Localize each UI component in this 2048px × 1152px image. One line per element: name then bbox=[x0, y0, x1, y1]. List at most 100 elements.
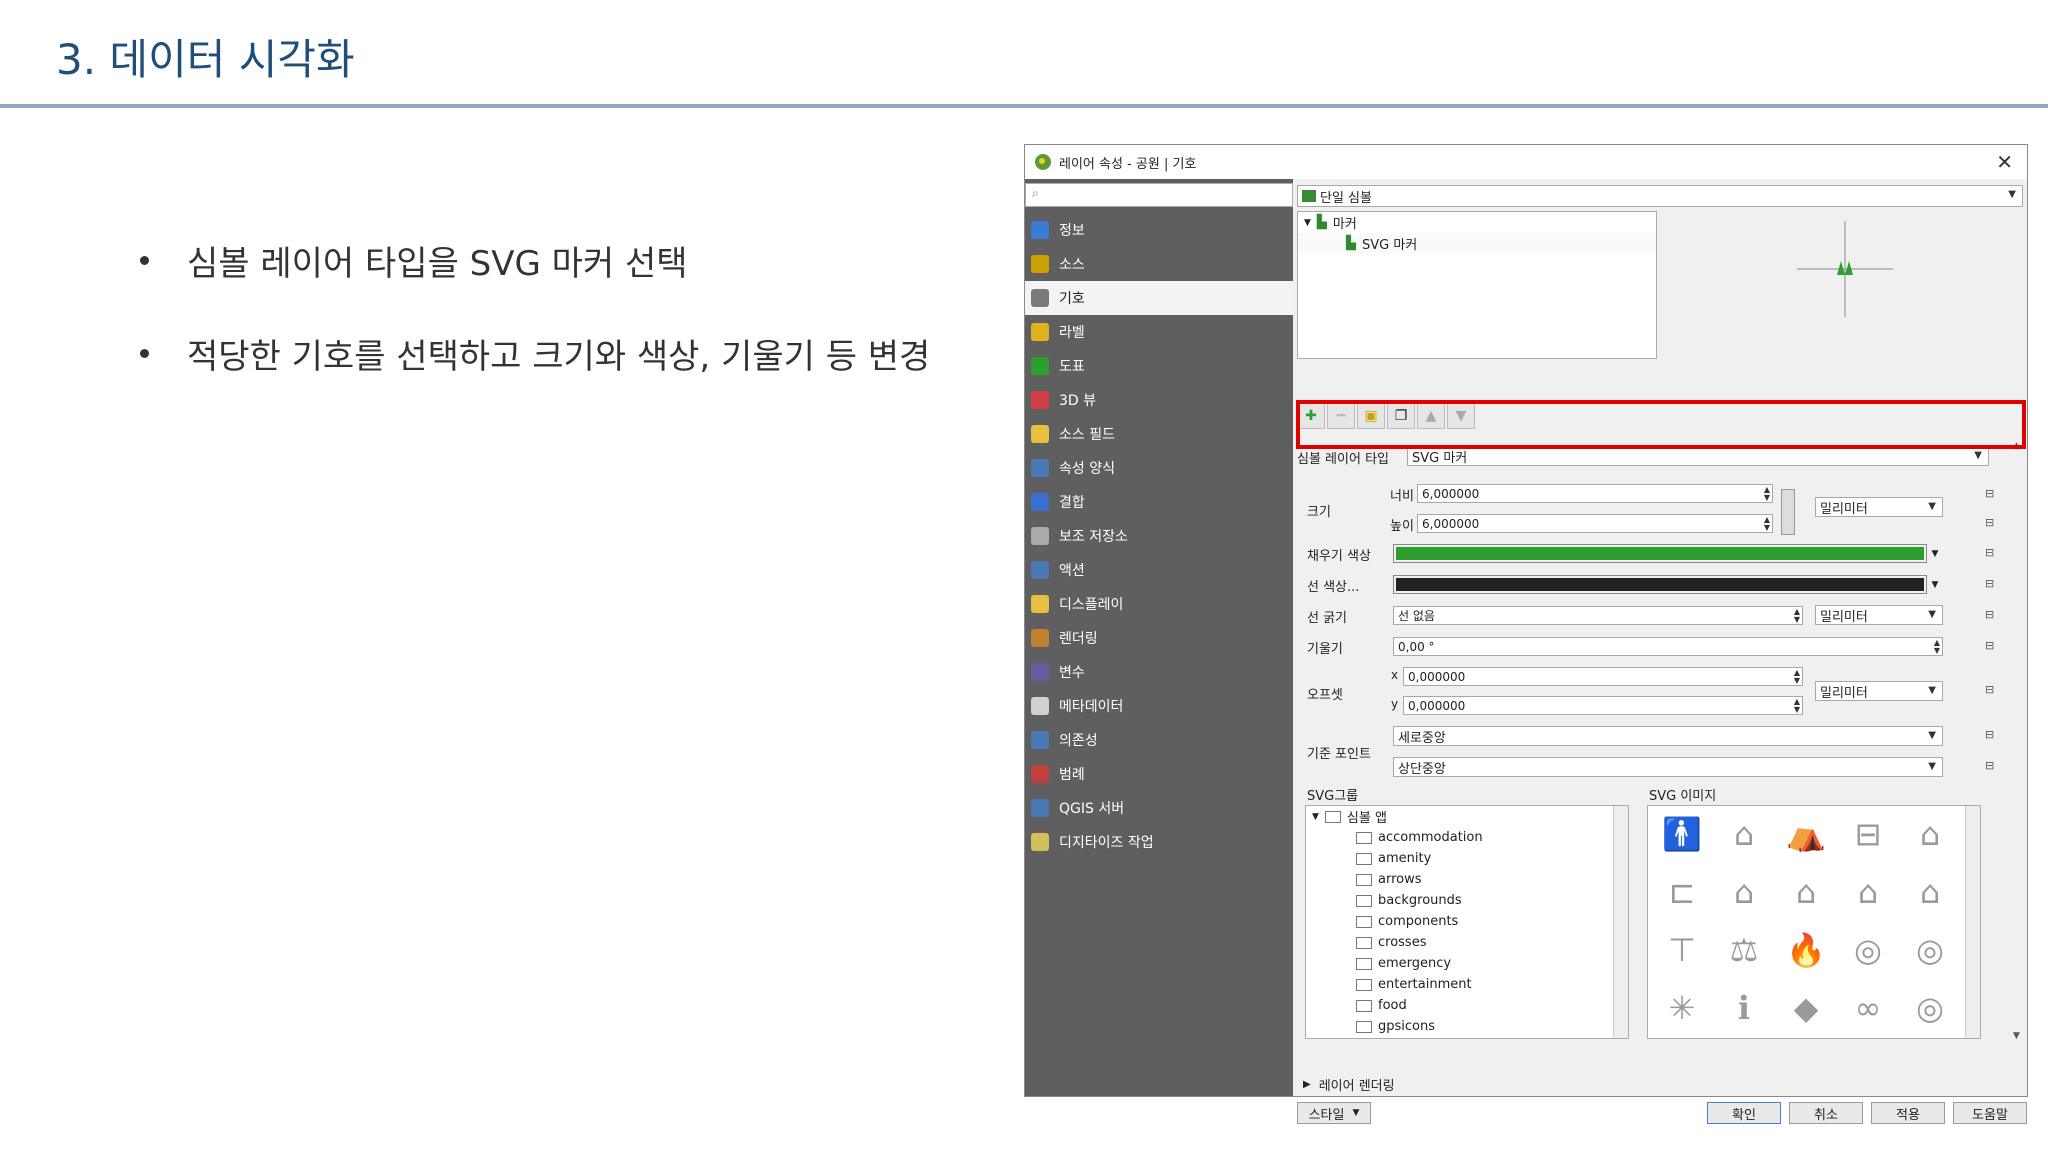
police-icon[interactable]: ◎ bbox=[1900, 982, 1960, 1034]
data-defined-override-icon[interactable]: ⊟ bbox=[1985, 683, 2003, 697]
sidebar-search-input[interactable]: ⌕ bbox=[1025, 183, 1293, 207]
sidebar-item[interactable]: 렌더링 bbox=[1025, 621, 1293, 655]
anchor-horizontal-select[interactable]: 세로중앙 ▼ bbox=[1393, 726, 1943, 746]
svg-group-item[interactable]: amenity bbox=[1306, 848, 1628, 869]
sidebar-item[interactable]: 액션 bbox=[1025, 553, 1293, 587]
svg-group-item[interactable]: backgrounds bbox=[1306, 890, 1628, 911]
duplicate-layer-button[interactable]: ❐ bbox=[1387, 403, 1415, 429]
size-unit-select[interactable]: 밀리미터 ▼ bbox=[1815, 497, 1943, 517]
layer-rendering-toggle[interactable]: ▶ 레이어 렌더링 bbox=[1303, 1075, 1395, 1094]
fill-color-dropdown-icon[interactable]: ▼ bbox=[1929, 544, 1941, 563]
bed-and-breakfast-icon[interactable]: ⌂ bbox=[1714, 808, 1774, 860]
style-button[interactable]: 스타일 ▼ bbox=[1297, 1102, 1371, 1124]
sidebar-item[interactable]: 소스 bbox=[1025, 247, 1293, 281]
data-defined-override-icon[interactable]: ⊟ bbox=[1985, 516, 2003, 530]
data-defined-override-icon[interactable]: ⊟ bbox=[1985, 577, 2003, 591]
offset-y-input[interactable]: 0,000000 ▲ ▼ bbox=[1403, 696, 1803, 715]
sidebar-item[interactable]: 의존성 bbox=[1025, 723, 1293, 757]
sidebar-item[interactable]: 결합 bbox=[1025, 485, 1293, 519]
panel-scrollbar[interactable]: ▲ ▼ bbox=[2013, 441, 2027, 1041]
svg-group-item[interactable]: arrows bbox=[1306, 869, 1628, 890]
svg-group-item[interactable]: components bbox=[1306, 911, 1628, 932]
sidebar-item[interactable]: 디스플레이 bbox=[1025, 587, 1293, 621]
stroke-width-input[interactable]: 선 없음 ▲ ▼ bbox=[1393, 606, 1803, 625]
stroke-color-button[interactable] bbox=[1393, 575, 1927, 594]
move-up-button[interactable]: ▲ bbox=[1417, 403, 1445, 429]
information-icon[interactable]: ℹ bbox=[1714, 982, 1774, 1034]
data-defined-override-icon[interactable]: ⊟ bbox=[1985, 639, 2003, 653]
fountain-icon[interactable]: ✳ bbox=[1652, 982, 1712, 1034]
fire-station-alt-icon[interactable]: ◎ bbox=[1900, 924, 1960, 976]
symbol-layer-type-select[interactable]: SVG 마커 ▼ bbox=[1407, 446, 1989, 466]
svg-group-item[interactable]: accommodation bbox=[1306, 827, 1628, 848]
spinner-icon[interactable]: ▲ ▼ bbox=[1764, 516, 1770, 532]
remove-layer-button[interactable]: ━ bbox=[1327, 403, 1355, 429]
sidebar-item[interactable]: 도표 bbox=[1025, 349, 1293, 383]
offset-unit-select[interactable]: 밀리미터 ▼ bbox=[1815, 681, 1943, 701]
offset-x-input[interactable]: 0,000000 ▲ ▼ bbox=[1403, 667, 1803, 686]
expand-icon[interactable]: ▼ bbox=[1312, 812, 1319, 822]
sidebar-item[interactable]: 디지타이즈 작업 bbox=[1025, 825, 1293, 859]
renderer-select[interactable]: 단일 심볼 ▼ bbox=[1297, 185, 2023, 207]
spinner-icon[interactable]: ▲ ▼ bbox=[1794, 669, 1800, 685]
house-icon[interactable]: ⌂ bbox=[1714, 866, 1774, 918]
rotation-input[interactable]: 0,00 ° ▲ ▼ bbox=[1393, 637, 1943, 656]
sidebar-item[interactable]: 속성 양식 bbox=[1025, 451, 1293, 485]
sidebar-item[interactable]: QGIS 서버 bbox=[1025, 791, 1293, 825]
hostel-icon[interactable]: ⌂ bbox=[1900, 808, 1960, 860]
lock-layer-button[interactable]: ▣ bbox=[1357, 403, 1385, 429]
sidebar-item[interactable]: 보조 저장소 bbox=[1025, 519, 1293, 553]
data-defined-override-icon[interactable]: ⊟ bbox=[1985, 487, 2003, 501]
height-input[interactable]: 6,000000 ▲ ▼ bbox=[1417, 514, 1773, 533]
chalet-icon[interactable]: ⌂ bbox=[1900, 866, 1960, 918]
fire-station-icon[interactable]: ◎ bbox=[1838, 924, 1898, 976]
add-layer-button[interactable]: ✚ bbox=[1297, 403, 1325, 429]
data-defined-override-icon[interactable]: ⊟ bbox=[1985, 728, 2003, 742]
scroll-down-icon[interactable]: ▼ bbox=[2013, 1031, 2020, 1041]
sidebar-item[interactable]: 기호 bbox=[1025, 281, 1293, 315]
sidebar-item[interactable]: 라벨 bbox=[1025, 315, 1293, 349]
tree-row-svg-marker[interactable]: ▙ SVG 마커 bbox=[1298, 233, 1656, 254]
sidebar-item[interactable]: 범례 bbox=[1025, 757, 1293, 791]
data-defined-override-icon[interactable]: ⊟ bbox=[1985, 608, 2003, 622]
handcuffs-icon[interactable]: ∞ bbox=[1838, 982, 1898, 1034]
court-icon[interactable]: ⚖ bbox=[1714, 924, 1774, 976]
bed-icon[interactable]: ⊏ bbox=[1652, 866, 1712, 918]
spinner-icon[interactable]: ▲ ▼ bbox=[1794, 698, 1800, 714]
svg-group-item[interactable]: entertainment bbox=[1306, 974, 1628, 995]
anchor-vertical-select[interactable]: 상단중앙 ▼ bbox=[1393, 757, 1943, 777]
ok-button[interactable]: 확인 bbox=[1707, 1102, 1781, 1124]
apply-button[interactable]: 적용 bbox=[1871, 1102, 1945, 1124]
sidebar-item[interactable]: 3D 뷰 bbox=[1025, 383, 1293, 417]
camping-icon[interactable]: ⛺ bbox=[1776, 808, 1836, 860]
data-defined-override-icon[interactable]: ⊟ bbox=[1985, 759, 2003, 773]
spinner-icon[interactable]: ▲ ▼ bbox=[1794, 608, 1800, 624]
fill-color-button[interactable] bbox=[1393, 544, 1927, 563]
caravan-icon[interactable]: ⊟ bbox=[1838, 808, 1898, 860]
sidebar-item[interactable]: 변수 bbox=[1025, 655, 1293, 689]
expand-icon[interactable]: ▼ bbox=[1304, 218, 1311, 228]
data-defined-override-icon[interactable]: ⊟ bbox=[1985, 546, 2003, 560]
width-input[interactable]: 6,000000 ▲ ▼ bbox=[1417, 484, 1773, 503]
spinner-icon[interactable]: ▲ ▼ bbox=[1934, 639, 1940, 655]
cancel-button[interactable]: 취소 bbox=[1789, 1102, 1863, 1124]
svg-group-item[interactable]: gpsicons bbox=[1306, 1016, 1628, 1037]
aspect-lock-icon[interactable] bbox=[1781, 489, 1795, 535]
spinner-icon[interactable]: ▲ ▼ bbox=[1764, 486, 1770, 502]
book-icon[interactable]: ◆ bbox=[1776, 982, 1836, 1034]
scroll-up-icon[interactable]: ▲ bbox=[2013, 441, 2027, 451]
stroke-color-dropdown-icon[interactable]: ▼ bbox=[1929, 575, 1941, 594]
move-down-button[interactable]: ▼ bbox=[1447, 403, 1475, 429]
fire-icon[interactable]: 🔥 bbox=[1776, 924, 1836, 976]
svg-group-root[interactable]: ▼ 심볼 앱 bbox=[1306, 806, 1628, 827]
tree-row-marker[interactable]: ▼ ▙ 마커 bbox=[1298, 212, 1656, 233]
svg-group-item[interactable]: emergency bbox=[1306, 953, 1628, 974]
sidebar-item[interactable]: 메타데이터 bbox=[1025, 689, 1293, 723]
sidebar-item[interactable]: 소스 필드 bbox=[1025, 417, 1293, 451]
close-icon[interactable]: ✕ bbox=[1996, 150, 2013, 174]
hut-icon[interactable]: 🚹 bbox=[1652, 808, 1712, 860]
svg-group-scrollbar[interactable] bbox=[1613, 806, 1628, 1038]
table-icon[interactable]: ⊤ bbox=[1652, 924, 1712, 976]
stroke-unit-select[interactable]: 밀리미터 ▼ bbox=[1815, 605, 1943, 625]
svg-group-item[interactable]: food bbox=[1306, 995, 1628, 1016]
